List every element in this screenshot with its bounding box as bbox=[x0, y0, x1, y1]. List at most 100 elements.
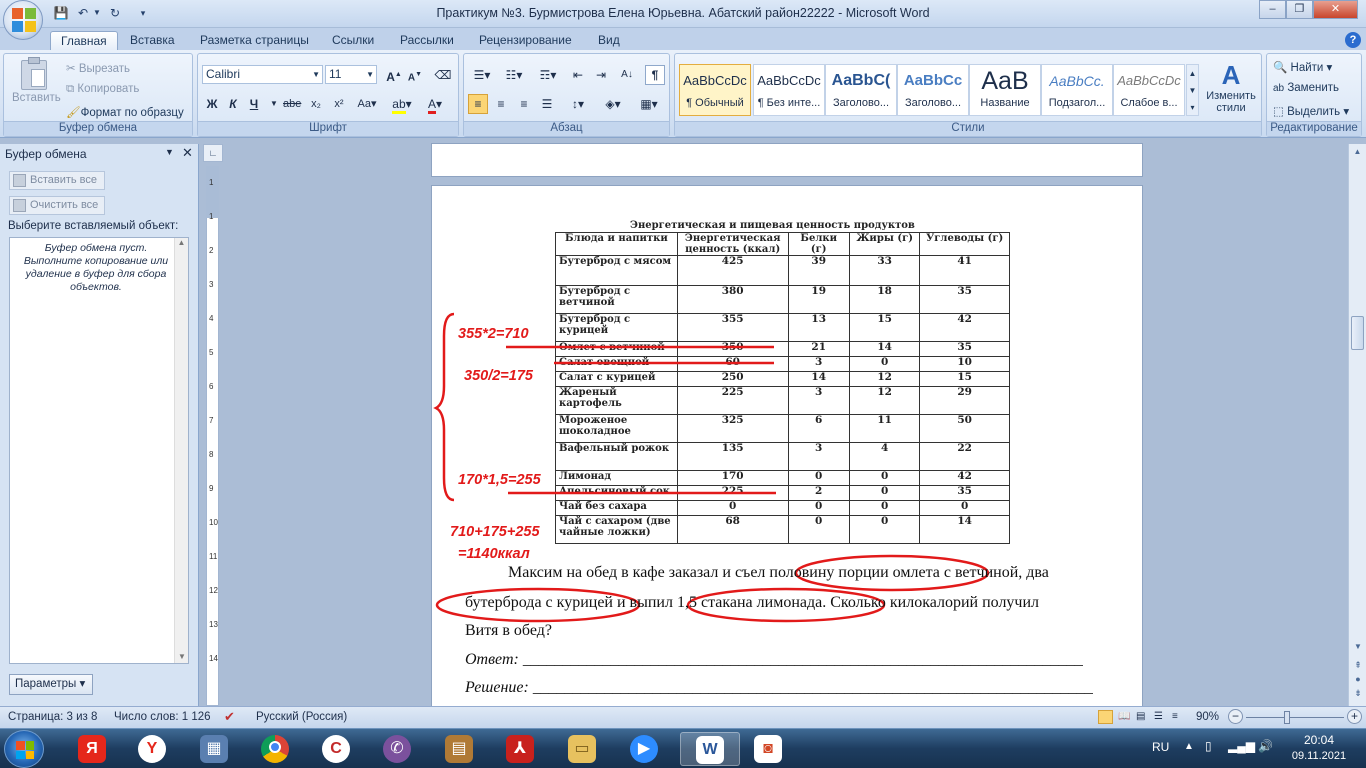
chrome-icon[interactable] bbox=[249, 732, 301, 766]
acrobat-icon[interactable]: ⅄ bbox=[494, 732, 546, 766]
scroll-up-icon[interactable]: ▲ bbox=[1349, 144, 1366, 160]
outline-icon[interactable]: ☰ bbox=[1154, 711, 1163, 722]
shrink-font-icon[interactable]: A▼ bbox=[405, 65, 425, 85]
zoom-slider[interactable] bbox=[1246, 717, 1344, 718]
line-spacing-icon[interactable]: ↕▾ bbox=[564, 94, 592, 114]
paste-button[interactable]: Вставить bbox=[12, 57, 61, 118]
bullets-icon[interactable]: ☰▾ bbox=[468, 65, 496, 85]
superscript-icon[interactable]: x² bbox=[329, 94, 349, 114]
style-subtitle[interactable]: AaBbCc. Подзагол... bbox=[1041, 64, 1113, 116]
zoom-out-icon[interactable]: − bbox=[1228, 709, 1243, 724]
style-heading1[interactable]: AaBbC(Заголово... bbox=[825, 64, 897, 116]
restore-button[interactable]: ❐ bbox=[1286, 0, 1313, 19]
increase-indent-icon[interactable]: ⇥ bbox=[591, 65, 611, 85]
language-status[interactable]: Русский (Россия) bbox=[256, 711, 347, 723]
format-painter-button[interactable]: 🖌Формат по образцу bbox=[66, 105, 184, 119]
tab-page-layout[interactable]: Разметка страницы bbox=[190, 31, 319, 50]
copy-button[interactable]: ⧉ Копировать bbox=[66, 83, 139, 96]
italic-icon[interactable]: К bbox=[223, 94, 243, 114]
shading-icon[interactable]: ◈▾ bbox=[598, 94, 628, 114]
styles-scroll[interactable]: ▲ ▼ ▾ bbox=[1186, 64, 1199, 116]
vertical-scrollbar[interactable]: ▲ ▼ ⇞ ● ⇟ bbox=[1348, 144, 1366, 706]
undo-icon[interactable]: ↶ bbox=[74, 4, 92, 22]
borders-icon[interactable]: ▦▾ bbox=[634, 94, 664, 114]
zoom-app-icon[interactable]: ▶ bbox=[618, 732, 670, 766]
clock-time[interactable]: 20:04 bbox=[1288, 733, 1350, 747]
cut-button[interactable]: ✂ Вырезать bbox=[66, 61, 130, 75]
explorer-icon[interactable]: ▭ bbox=[556, 732, 608, 766]
change-styles-button[interactable]: A Изменить стили bbox=[1201, 60, 1261, 114]
yandex-browser-icon[interactable]: Y bbox=[126, 732, 178, 766]
tab-insert[interactable]: Вставка bbox=[120, 31, 185, 50]
page-count[interactable]: Страница: 3 из 8 bbox=[8, 711, 97, 723]
font-color-icon[interactable]: A▾ bbox=[421, 94, 449, 114]
options-button[interactable]: Параметры ▾ bbox=[9, 674, 93, 695]
style-no-spacing[interactable]: AaBbCcDc ¶ Без инте... bbox=[753, 64, 825, 116]
network-icon[interactable]: ▯ bbox=[1205, 739, 1212, 753]
clear-format-icon[interactable]: ⌫ bbox=[433, 65, 453, 85]
clock-date[interactable]: 09.11.2021 bbox=[1286, 750, 1352, 762]
file-manager-icon[interactable]: ▦ bbox=[188, 732, 240, 766]
close-button[interactable]: ✕ bbox=[1313, 0, 1358, 19]
start-button[interactable] bbox=[4, 730, 44, 768]
document-page[interactable]: Энергетическая и пищевая ценность продук… bbox=[432, 186, 1142, 706]
align-right-icon[interactable]: ≡ bbox=[514, 94, 534, 114]
find-button[interactable]: 🔍 Найти ▾ bbox=[1273, 60, 1332, 74]
web-layout-icon[interactable]: ▤ bbox=[1136, 711, 1145, 722]
tab-review[interactable]: Рецензирование bbox=[469, 31, 582, 50]
strikethrough-icon[interactable]: abe bbox=[282, 94, 302, 114]
print-layout-icon[interactable] bbox=[1098, 710, 1113, 724]
show-hidden-icons[interactable]: ▲ bbox=[1184, 741, 1194, 752]
numbering-icon[interactable]: ☷▾ bbox=[500, 65, 528, 85]
language-indicator[interactable]: RU bbox=[1152, 740, 1169, 754]
decrease-indent-icon[interactable]: ⇤ bbox=[568, 65, 588, 85]
subscript-icon[interactable]: x₂ bbox=[306, 94, 326, 114]
zoom-slider-thumb[interactable] bbox=[1284, 711, 1290, 724]
redo-icon[interactable]: ↻ bbox=[106, 4, 124, 22]
select-button[interactable]: ⬚ Выделить ▾ bbox=[1273, 104, 1349, 118]
word-taskbar-button[interactable]: W bbox=[680, 732, 740, 766]
viber-icon[interactable]: ✆ bbox=[371, 732, 423, 766]
tab-selector[interactable]: ∟ bbox=[203, 144, 223, 162]
save-icon[interactable]: 💾 bbox=[52, 4, 70, 22]
scroll-down-icon[interactable]: ▼ bbox=[1349, 642, 1366, 651]
font-name-select[interactable]: Calibri ▼ bbox=[202, 65, 323, 84]
grow-font-icon[interactable]: A▲ bbox=[384, 65, 404, 85]
zoom-level[interactable]: 90% bbox=[1196, 711, 1219, 723]
clipboard-list[interactable]: Буфер обмена пуст. Выполните копирование… bbox=[9, 237, 189, 664]
yandex-icon[interactable]: Я bbox=[66, 732, 118, 766]
style-heading2[interactable]: AaBbCc Заголово... bbox=[897, 64, 969, 116]
proofing-icon[interactable]: ✔ bbox=[224, 709, 235, 725]
font-size-select[interactable]: 11 ▼ bbox=[325, 65, 377, 84]
draft-icon[interactable]: ≡ bbox=[1172, 711, 1178, 722]
browse-object-icon[interactable]: ● bbox=[1349, 674, 1366, 684]
sort-icon[interactable]: А↓ bbox=[617, 65, 637, 85]
pane-close-icon[interactable]: ✕ bbox=[182, 145, 193, 161]
signal-icon[interactable]: ▂▄▆ bbox=[1228, 739, 1255, 753]
undo-dropdown-icon[interactable]: ▼ bbox=[92, 4, 102, 22]
highlight-icon[interactable]: ab▾ bbox=[388, 94, 416, 114]
word-count[interactable]: Число слов: 1 126 bbox=[114, 711, 211, 723]
bold-icon[interactable]: Ж bbox=[202, 94, 222, 114]
help-icon[interactable]: ? bbox=[1345, 32, 1361, 48]
zoom-in-icon[interactable]: + bbox=[1347, 709, 1362, 724]
winrar-icon[interactable]: ▤ bbox=[433, 732, 485, 766]
change-case-icon[interactable]: Aa▾ bbox=[354, 94, 380, 114]
prev-page-icon[interactable]: ⇞ bbox=[1349, 660, 1366, 671]
style-subtle-emphasis[interactable]: AaBbCcDc Слабое в... bbox=[1113, 64, 1185, 116]
justify-icon[interactable]: ☰ bbox=[537, 94, 557, 114]
underline-dropdown-icon[interactable]: ▼ bbox=[264, 94, 284, 114]
pane-menu-icon[interactable]: ▼ bbox=[165, 147, 174, 157]
style-normal[interactable]: AaBbCcDc ¶ Обычный bbox=[679, 64, 751, 116]
tab-view[interactable]: Вид bbox=[588, 31, 630, 50]
full-screen-reading-icon[interactable]: 📖 bbox=[1118, 711, 1130, 722]
multilevel-list-icon[interactable]: ☶▾ bbox=[534, 65, 562, 85]
customize-qat-icon[interactable]: ▾ bbox=[134, 4, 152, 22]
align-left-icon[interactable]: ≡ bbox=[468, 94, 488, 114]
scroll-thumb[interactable] bbox=[1351, 316, 1364, 350]
align-center-icon[interactable]: ≡ bbox=[491, 94, 511, 114]
office-button[interactable] bbox=[3, 0, 43, 40]
underline-icon[interactable]: Ч bbox=[244, 94, 264, 114]
show-marks-icon[interactable]: ¶ bbox=[645, 65, 665, 85]
ccleaner-icon[interactable]: C bbox=[310, 732, 362, 766]
